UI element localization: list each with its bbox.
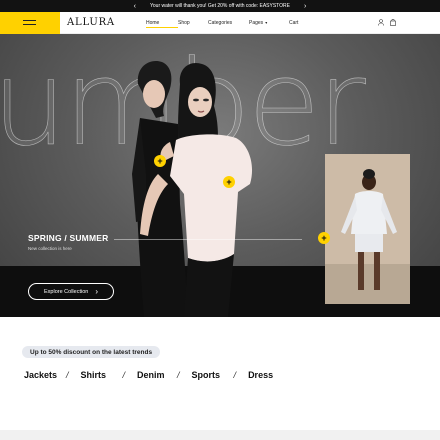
category-separator: /	[122, 370, 126, 380]
category-denim[interactable]: Denim	[137, 370, 165, 380]
explore-collection-button[interactable]: Explore Collection ›	[28, 283, 114, 300]
category-jackets[interactable]: Jackets	[24, 370, 57, 380]
nav-pages-label: Pages	[249, 20, 264, 26]
discount-badge: Up to 50% discount on the latest trends	[22, 346, 161, 358]
product-hotspot-3[interactable]: +	[318, 232, 330, 244]
product-hotspot-1[interactable]: +	[154, 155, 166, 167]
main-nav: Home Shop Categories Pages ▾ Cart	[146, 20, 298, 29]
category-separator: /	[177, 370, 180, 380]
page: ‹ Your water will thank you! Get 20% off…	[0, 0, 440, 440]
header-icons	[378, 19, 396, 26]
category-dress[interactable]: Dress	[248, 370, 274, 380]
nav-pages[interactable]: Pages ▾	[249, 20, 289, 26]
hero-subtitle: New collection is here	[28, 246, 72, 251]
product-hotspot-2[interactable]: +	[223, 176, 235, 188]
category-separator: /	[233, 370, 237, 380]
hamburger-icon	[23, 20, 36, 28]
chevron-right-icon: ›	[95, 286, 98, 296]
category-shirts[interactable]: Shirts	[81, 370, 111, 380]
chevron-left-icon[interactable]: ‹	[134, 3, 136, 10]
nav-categories[interactable]: Categories	[208, 20, 249, 26]
nav-home[interactable]: Home	[146, 20, 178, 29]
nav-shop[interactable]: Shop	[178, 20, 208, 26]
announcement-bar: ‹ Your water will thank you! Get 20% off…	[0, 0, 440, 12]
hero-season-title: SPRING / SUMMER	[28, 233, 109, 243]
product-thumbnail[interactable]	[325, 154, 410, 304]
hero-divider	[114, 239, 302, 240]
bag-icon[interactable]	[390, 19, 396, 26]
hero-models-image	[132, 60, 253, 317]
category-sports[interactable]: Sports	[192, 370, 222, 380]
section-divider	[0, 430, 440, 440]
site-header: ALLURA Home Shop Categories Pages ▾ Cart	[0, 12, 440, 34]
explore-collection-label: Explore Collection	[44, 288, 89, 295]
user-icon[interactable]	[378, 19, 384, 26]
chevron-right-icon[interactable]: ›	[304, 3, 306, 10]
category-separator: /	[66, 370, 69, 380]
logo[interactable]: ALLURA	[67, 17, 115, 28]
announcement-text: Your water will thank you! Get 20% off w…	[150, 3, 290, 9]
chevron-down-icon: ▾	[264, 20, 268, 25]
menu-button[interactable]	[0, 12, 60, 34]
category-list: Jackets / Shirts / Denim / Sports / Dres…	[24, 370, 274, 380]
hero-banner: umber umber	[0, 34, 440, 317]
nav-cart[interactable]: Cart	[289, 20, 298, 26]
